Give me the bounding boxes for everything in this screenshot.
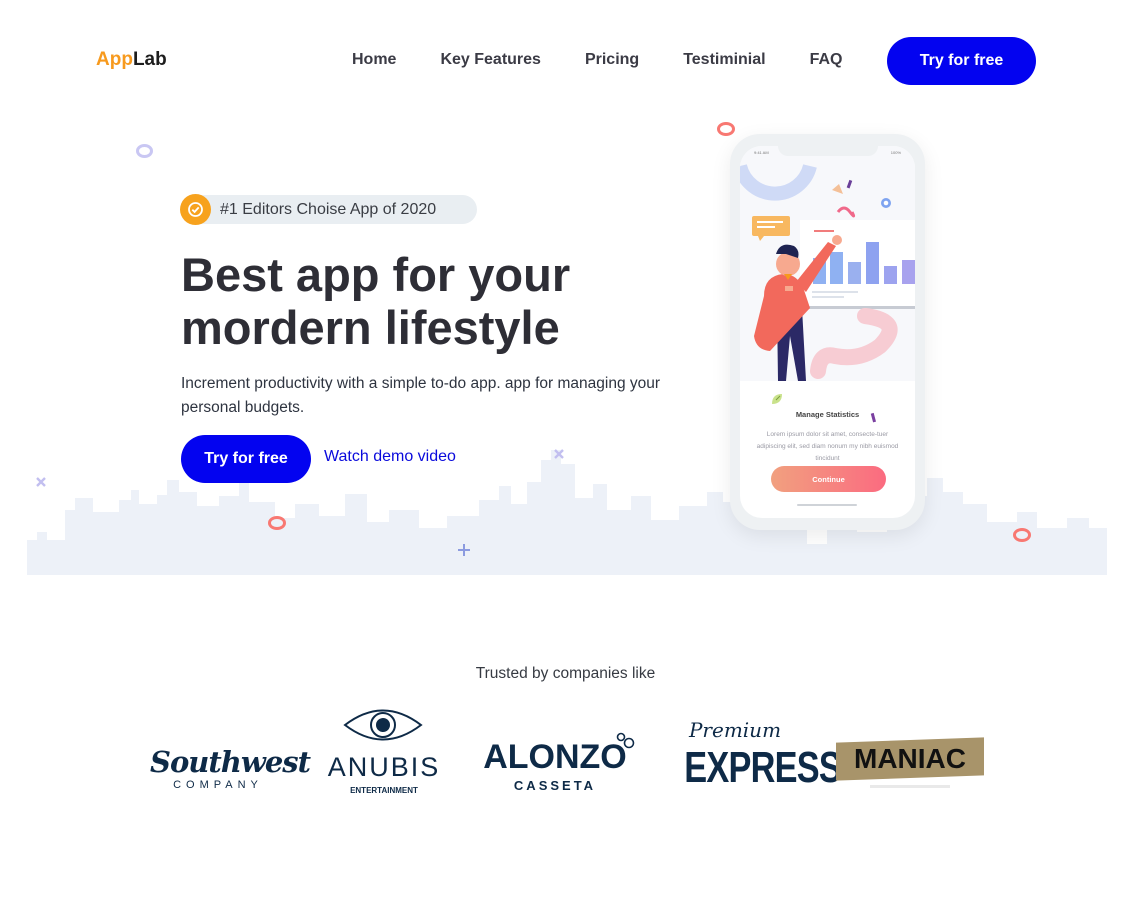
hero-try-free-button[interactable]: Try for free xyxy=(181,435,311,483)
company-logos: Southwest COMPANY ANUBIS ENTERTAINMENT A… xyxy=(0,700,1131,800)
deco-plus-icon xyxy=(458,544,470,556)
nav-links: Home Key Features Pricing Testiminial FA… xyxy=(352,51,886,69)
southwest-wordmark: Southwest xyxy=(150,745,311,779)
deco-ring-purple xyxy=(136,144,153,158)
deco-cross-icon xyxy=(36,477,46,487)
maniac-faded-tagline xyxy=(870,785,950,788)
badge-text: #1 Editors Choise App of 2020 xyxy=(220,200,437,218)
alonzo-wordmark: ALONZO xyxy=(483,738,627,776)
nav-link-pricing[interactable]: Pricing xyxy=(585,51,639,69)
bubbles-icon xyxy=(616,732,635,749)
nav-link-home[interactable]: Home xyxy=(352,51,396,69)
alonzo-subtitle: CASSETA xyxy=(513,778,597,793)
express-script-label: Premium xyxy=(688,718,782,742)
logo-maniac: MANIAC xyxy=(836,737,984,792)
check-badge-icon xyxy=(180,194,211,225)
nav-try-free-button[interactable]: Try for free xyxy=(887,37,1036,85)
trusted-heading: Trusted by companies like xyxy=(475,665,656,682)
express-wordmark: EXPRESS xyxy=(684,743,841,792)
southwest-subtitle: COMPANY xyxy=(173,779,263,791)
presenter-chart-illustration xyxy=(740,163,915,381)
headline-line-1: Best app for your xyxy=(181,248,571,301)
screen-continue-button[interactable]: Continue xyxy=(771,466,886,492)
brand-logo[interactable]: AppLab xyxy=(96,49,167,71)
deco-cross-icon xyxy=(554,449,564,459)
anubis-subtitle: ENTERTAINMENT xyxy=(350,786,418,795)
nav-link-testimonial[interactable]: Testiminial xyxy=(683,51,765,69)
logo-app: App xyxy=(96,49,133,70)
maniac-wordmark: MANIAC xyxy=(854,743,966,774)
watch-demo-link[interactable]: Watch demo video xyxy=(324,448,456,466)
top-navigation: AppLab Home Key Features Pricing Testimi… xyxy=(0,0,1131,120)
deco-ring-coral-top xyxy=(717,122,735,136)
hero-subtext: Increment productivity with a simple to-… xyxy=(181,375,661,416)
home-indicator xyxy=(797,504,857,506)
logo-alonzo: ALONZO CASSETA xyxy=(480,732,636,794)
phone-mockup: 9:41 AM 100% Manage Statistics Lorem ips… xyxy=(730,134,925,530)
nav-link-key-features[interactable]: Key Features xyxy=(440,51,541,69)
logo-express: Premium EXPRESS xyxy=(670,718,841,794)
screen-title: Manage Statistics xyxy=(795,410,860,419)
deco-ring-coral-left xyxy=(268,516,286,530)
hero-headline: Best app for your mordern lifestyle xyxy=(181,248,701,354)
screen-body-text: Lorem ipsum dolor sit amet, consecte-tue… xyxy=(756,431,899,462)
deco-ring-coral-right xyxy=(1013,528,1031,542)
logo-anubis: ANUBIS ENTERTAINMENT xyxy=(322,706,446,795)
anubis-wordmark: ANUBIS xyxy=(327,752,441,782)
phone-screen: 9:41 AM 100% Manage Statistics Lorem ips… xyxy=(740,146,915,518)
editors-choice-badge: #1 Editors Choise App of 2020 xyxy=(180,194,477,225)
logo-lab: Lab xyxy=(132,49,167,70)
nav-link-faq[interactable]: FAQ xyxy=(810,51,843,69)
eye-icon xyxy=(343,709,423,741)
headline-line-2: mordern lifestyle xyxy=(181,301,560,354)
logo-southwest: Southwest COMPANY xyxy=(150,745,311,792)
stats-leaf-icon xyxy=(772,394,782,404)
